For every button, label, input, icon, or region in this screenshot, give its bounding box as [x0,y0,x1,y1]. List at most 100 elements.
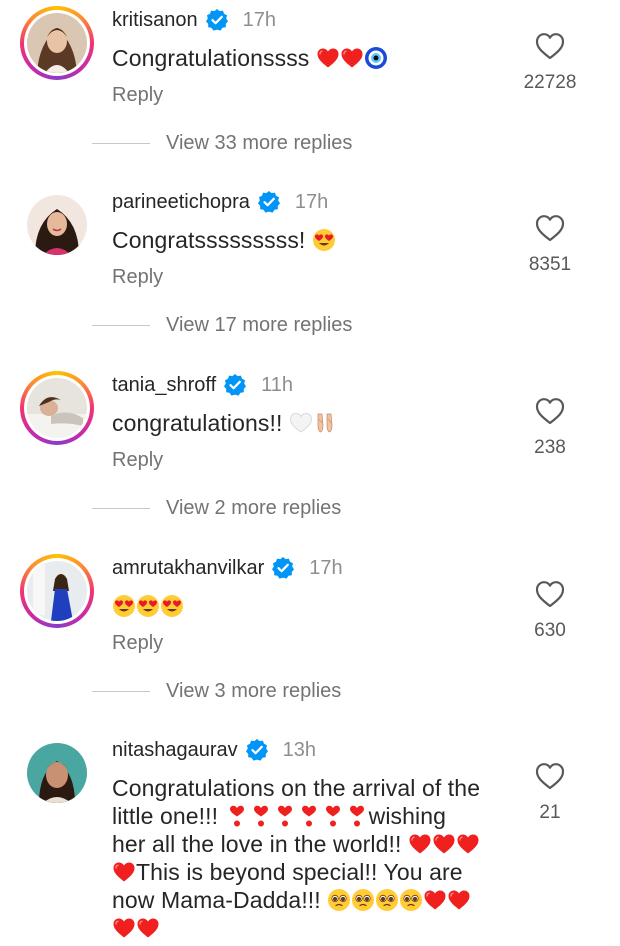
comment-item: kritisanon 17h Congratulationssss Reply … [0,0,620,180]
heart-outline-icon[interactable] [535,762,565,790]
reply-button[interactable]: Reply [112,449,163,472]
comment-text-content: Congratulationssss [112,45,310,71]
divider-line [92,143,150,144]
comment-timestamp: 17h [309,556,343,579]
white-heart-emoji-icon [289,411,313,435]
like-count: 630 [534,620,566,641]
comment-text-line: This is beyond special!! You are [112,858,532,886]
red-heart-emoji-icon [408,832,432,856]
pleading-face-emoji-icon [351,888,375,912]
avatar-story-ring[interactable] [20,6,94,80]
avatar[interactable] [27,13,87,73]
red-heart-emoji-icon [316,46,340,70]
divider-line [92,508,150,509]
comment-text-content: congratulations!! [112,410,283,436]
avatar[interactable] [27,195,87,255]
red-heart-emoji-icon [432,832,456,856]
reply-button[interactable]: Reply [112,84,163,107]
verified-badge-icon [223,373,247,397]
heart-exclamation-emoji-icon [273,804,297,828]
reply-button[interactable]: Reply [112,266,163,289]
comment-item: amrutakhanvilkar 17h Reply 630 View 3 mo… [0,548,620,728]
heart-exclamation-emoji-icon [321,804,345,828]
comment-text-content: now Mama-Dadda!!! [112,887,321,913]
heart-exclamation-emoji-icon [345,804,369,828]
heart-eyes-emoji-icon [112,594,136,618]
reply-button[interactable]: Reply [112,632,163,655]
verified-badge-icon [245,738,269,762]
comment-text-line: little one!!! wishing [112,802,532,830]
divider-line [92,325,150,326]
verified-badge-icon [257,190,281,214]
avatar-story-ring[interactable] [20,736,94,810]
red-heart-emoji-icon [423,888,447,912]
red-heart-emoji-icon [136,916,160,940]
view-more-replies-button[interactable]: View 2 more replies [92,497,341,520]
verified-badge-icon [205,8,229,32]
like-count: 21 [539,802,561,823]
comment-username[interactable]: tania_shroff [112,374,216,397]
like-control: 630 [510,580,590,642]
view-more-replies-label: View 3 more replies [166,680,342,702]
comment-text: congratulations!! [112,409,522,437]
pleading-face-emoji-icon [327,888,351,912]
comment-item: nitashagaurav 13h Congratulations on the… [0,730,620,946]
ballet-shoes-emoji-icon [313,411,337,435]
heart-outline-icon[interactable] [535,214,565,242]
comment-username[interactable]: amrutakhanvilkar [112,557,264,580]
comment-timestamp: 13h [282,738,317,761]
like-control: 22728 [510,32,590,94]
heart-exclamation-emoji-icon [249,804,273,828]
heart-exclamation-emoji-icon [297,804,321,828]
like-control: 8351 [510,214,590,276]
red-heart-emoji-icon [112,860,136,884]
comment-text-content: little one!!! [112,803,219,829]
avatar[interactable] [27,561,87,621]
heart-outline-icon[interactable] [535,580,565,608]
nazar-amulet-emoji-icon [364,46,388,70]
comment-timestamp: 11h [261,373,294,396]
like-count: 238 [534,437,566,458]
avatar[interactable] [27,743,87,803]
pleading-face-emoji-icon [399,888,423,912]
view-more-replies-label: View 17 more replies [166,314,353,336]
avatar-story-ring[interactable] [20,554,94,628]
like-control: 238 [510,397,590,459]
comment-text-content: Congratsssssssss! [112,227,306,253]
comment-text: Congratsssssssss! [112,226,522,254]
view-more-replies-label: View 33 more replies [166,132,353,154]
heart-exclamation-emoji-icon [225,804,249,828]
comment-text-line: now Mama-Dadda!!! [112,886,532,914]
comment-timestamp: 17h [294,190,329,213]
comment-text-content: her all the love in the world!! [112,831,402,857]
view-more-replies-button[interactable]: View 3 more replies [92,680,341,703]
view-more-replies-button[interactable]: View 33 more replies [92,132,352,155]
comment-item: parineetichopra 17h Congratsssssssss! Re… [0,182,620,362]
comment-text: Congratulationssss [112,44,522,72]
avatar-story-ring[interactable] [20,188,94,262]
comment-username[interactable]: parineetichopra [112,191,250,214]
comment-item: tania_shroff 11h congratulations!! Reply… [0,365,620,545]
heart-eyes-emoji-icon [160,594,184,618]
red-heart-emoji-icon [456,832,480,856]
comment-username[interactable]: nitashagaurav [112,739,238,762]
comment-username[interactable]: kritisanon [112,9,198,32]
comment-text-line: Congratulations on the arrival of the [112,774,532,802]
pleading-face-emoji-icon [375,888,399,912]
divider-line [92,691,150,692]
like-count: 8351 [528,254,572,275]
like-control: 21 [510,762,590,824]
heart-eyes-emoji-icon [312,228,336,252]
heart-outline-icon[interactable] [535,397,565,425]
view-more-replies-label: View 2 more replies [166,497,342,519]
avatar-story-ring[interactable] [20,371,94,445]
red-heart-emoji-icon [340,46,364,70]
view-more-replies-button[interactable]: View 17 more replies [92,314,352,337]
comment-text: Congratulations on the arrival of the li… [112,774,532,942]
comment-text-content: This is beyond special!! You are [136,859,463,885]
comment-text-content: wishing [368,803,447,829]
heart-outline-icon[interactable] [535,32,565,60]
avatar[interactable] [27,378,87,438]
red-heart-emoji-icon [447,888,471,912]
comment-text [112,592,522,620]
